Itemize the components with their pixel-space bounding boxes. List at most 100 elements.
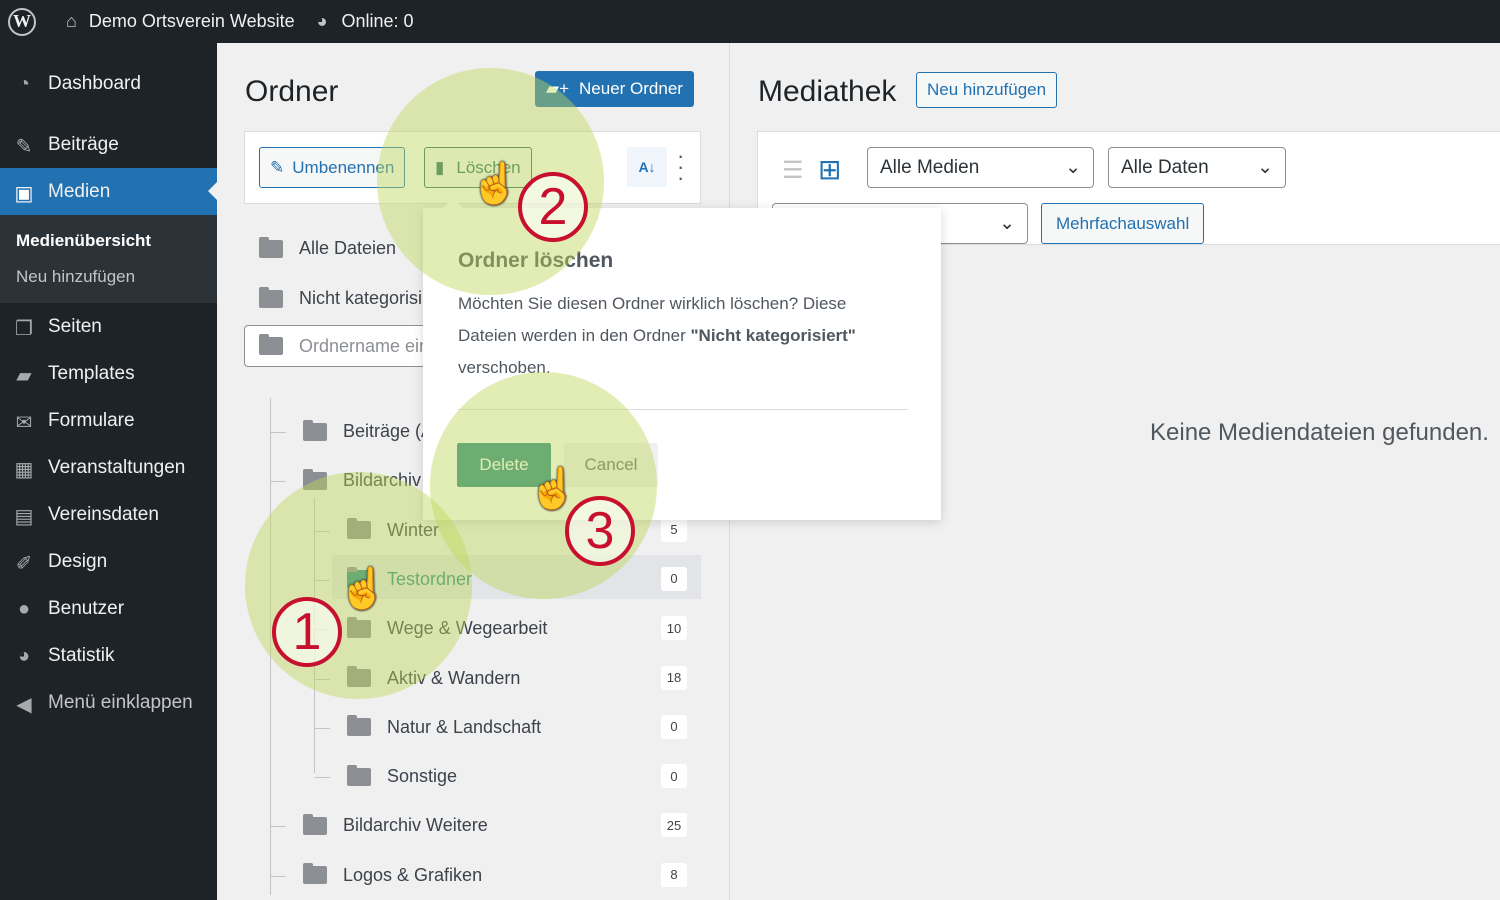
dialog-title: Ordner löschen — [458, 249, 614, 272]
step-marker-1: 1 — [272, 597, 342, 667]
tree-line — [270, 398, 271, 895]
dashboard-icon: ◔ — [17, 72, 31, 95]
menu-label: Medien — [48, 180, 111, 202]
pin-icon: ✎ — [15, 135, 33, 158]
folder-label: Bildarchiv — [343, 470, 422, 491]
site-name-link[interactable]: Demo Ortsverein Website — [89, 11, 295, 32]
folder-plus-icon: ▰+ — [546, 79, 570, 98]
folder-alert-icon — [259, 286, 283, 308]
folder-item[interactable]: Logos & Grafiken — [303, 863, 483, 886]
menu-label: Benutzer — [48, 597, 125, 619]
step-marker-3: 3 — [565, 496, 635, 566]
hand-cursor-icon: ☝ — [338, 567, 388, 611]
media-title: Mediathek — [758, 75, 897, 108]
button-label: Umbenennen — [292, 157, 395, 177]
message-line: verschoben. — [458, 358, 551, 377]
folder-item[interactable]: Bildarchiv — [303, 468, 422, 491]
dialog-arrow — [443, 198, 463, 208]
menu-medien[interactable]: ▣ Medien — [0, 168, 217, 215]
bulk-select-button[interactable]: Mehrfachauswahl — [1041, 203, 1205, 244]
folder-item[interactable]: Sonstige — [347, 764, 457, 787]
file-count-badge: 10 — [661, 616, 687, 641]
menu-seiten[interactable]: ❐ Seiten — [0, 303, 217, 350]
chevron-down-icon: ⌄ — [999, 213, 1015, 234]
folder-icon — [347, 764, 371, 786]
tree-line — [314, 727, 330, 729]
folder-name-bold: "Nicht kategorisiert" — [690, 326, 856, 345]
item-label: Nicht kategorisi — [299, 288, 423, 308]
folder-icon — [303, 419, 327, 441]
submenu-medienuebersicht[interactable]: Medienübersicht — [0, 223, 217, 259]
list-view-icon[interactable]: ☰ — [782, 156, 804, 185]
folder-icon — [347, 715, 371, 737]
online-count[interactable]: Online: 0 — [341, 11, 413, 32]
wordpress-logo-icon[interactable]: W — [8, 7, 36, 36]
menu-benutzer[interactable]: ● Benutzer — [0, 585, 217, 632]
button-label: Neu hinzufügen — [927, 80, 1047, 99]
folder-item[interactable]: Wege & Wegearbeit — [347, 616, 547, 639]
select-value: Alle Daten — [1121, 156, 1209, 178]
submenu-neu-hinzufuegen[interactable]: Neu hinzufügen — [0, 259, 217, 295]
menu-label: Seiten — [48, 315, 102, 337]
tree-line — [270, 481, 286, 483]
folder-home-icon — [259, 236, 283, 258]
menu-formulare[interactable]: ✉ Formulare — [0, 397, 217, 444]
add-new-media-button[interactable]: Neu hinzufügen — [916, 72, 1058, 108]
more-options-icon[interactable]: · · · — [677, 145, 684, 189]
pages-icon: ❐ — [15, 317, 33, 340]
id-card-icon: ▤ — [14, 505, 34, 528]
collapse-icon: ◀ — [16, 693, 32, 716]
hand-cursor-icon: ☝ — [470, 162, 520, 206]
delete-folder-dialog: Ordner löschen Möchten Sie diesen Ordner… — [423, 198, 941, 520]
folder-label: Natur & Landschaft — [387, 716, 542, 737]
folder-label: Bildarchiv Weitere — [343, 815, 488, 836]
sort-az-icon[interactable]: A↓ — [627, 147, 667, 187]
folder-icon — [347, 616, 371, 638]
menu-vereinsdaten[interactable]: ▤ Vereinsdaten — [0, 491, 217, 538]
step-marker-2: 2 — [518, 172, 588, 242]
menu-label: Menü einklappen — [48, 691, 193, 713]
button-label: Mehrfachauswahl — [1056, 213, 1190, 233]
tree-line — [314, 777, 330, 779]
dialog-message: Möchten Sie diesen Ordner wirklich lösch… — [458, 288, 918, 384]
menu-statistik[interactable]: ◕ Statistik — [0, 632, 217, 679]
tree-line — [314, 678, 330, 680]
media-icon: ▣ — [14, 182, 34, 205]
uncategorized-item[interactable]: Nicht kategorisi — [259, 286, 423, 309]
menu-dashboard[interactable]: ◔ Dashboard — [0, 60, 217, 107]
media-type-select[interactable]: Alle Medien ⌄ — [867, 147, 1094, 188]
chevron-down-icon: ⌄ — [1065, 157, 1081, 178]
folder-open-icon: ▰ — [16, 364, 32, 387]
folder-open-icon — [303, 468, 327, 490]
folder-label: Logos & Grafiken — [343, 864, 483, 885]
menu-templates[interactable]: ▰ Templates — [0, 350, 217, 397]
chevron-down-icon: ⌄ — [1257, 157, 1273, 178]
rename-button[interactable]: ✎ Umbenennen — [259, 147, 406, 188]
folder-item[interactable]: Beiträge (A — [303, 419, 433, 442]
folder-item[interactable]: Natur & Landschaft — [347, 715, 542, 738]
tree-line — [314, 530, 330, 532]
folder-item[interactable]: Winter — [347, 518, 439, 541]
folder-icon — [347, 666, 371, 687]
all-files-item[interactable]: Alle Dateien — [259, 236, 397, 259]
home-icon: ⌂ — [66, 11, 77, 31]
new-folder-button[interactable]: ▰+ Neuer Ordner — [535, 71, 694, 107]
menu-design[interactable]: ✐ Design — [0, 538, 217, 585]
menu-beitraege[interactable]: ✎ Beiträge — [0, 121, 217, 168]
folder-icon — [303, 863, 327, 885]
date-select[interactable]: Alle Daten ⌄ — [1108, 147, 1286, 188]
message-line: Möchten Sie diesen Ordner wirklich lösch… — [458, 294, 847, 313]
menu-collapse[interactable]: ◀ Menü einklappen — [0, 679, 217, 726]
cancel-button[interactable]: Cancel — [564, 443, 658, 487]
folder-item[interactable]: Aktiv & Wandern — [347, 666, 520, 689]
grid-view-icon[interactable]: ⊞ — [818, 153, 841, 186]
admin-bar: W ⌂ Demo Ortsverein Website ◕ Online: 0 — [0, 0, 1500, 43]
item-label: Alle Dateien — [299, 238, 397, 258]
folder-label: Testordner — [387, 568, 473, 589]
folder-item[interactable]: Bildarchiv Weitere — [303, 813, 488, 836]
edit-folder-icon: ✎ — [270, 157, 285, 177]
media-submenu: Medienübersicht Neu hinzufügen — [0, 215, 217, 303]
divider — [458, 409, 908, 410]
message-text: Dateien werden in den Ordner — [458, 326, 691, 345]
menu-veranstaltungen[interactable]: ▦ Veranstaltungen — [0, 444, 217, 491]
